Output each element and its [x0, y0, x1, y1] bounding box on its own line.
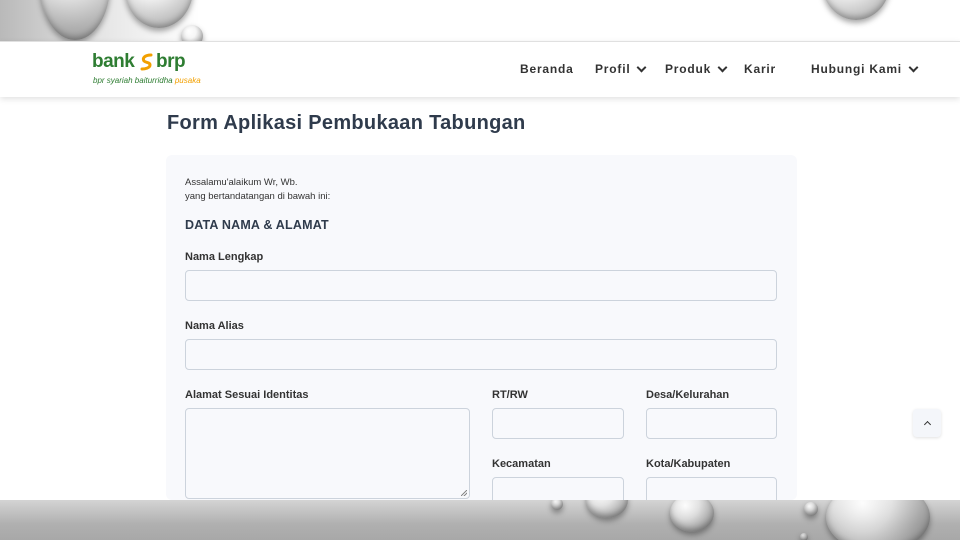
water-drop — [181, 25, 203, 41]
full-name-input[interactable] — [185, 270, 777, 301]
rt-rw-input[interactable] — [492, 408, 624, 439]
chevron-down-icon — [908, 62, 919, 72]
nav-label: Karir — [744, 62, 777, 76]
city-input[interactable] — [646, 477, 777, 500]
alias-label: Nama Alias — [185, 320, 244, 332]
nav-label: Produk — [665, 62, 712, 76]
address-label: Alamat Sesuai Identitas — [185, 389, 309, 401]
logo-tagline-main: bpr syariah baiturridha — [93, 76, 173, 85]
chevron-down-icon — [637, 62, 647, 72]
water-drop — [670, 500, 714, 532]
chevron-down-icon — [717, 62, 728, 72]
logo-word-bank: bank — [92, 51, 135, 72]
decorative-footer-band — [0, 500, 960, 540]
greeting-subline: yang bertandatangan di bawah ini: — [185, 191, 331, 202]
village-label: Desa/Kelurahan — [646, 389, 730, 401]
logo-tagline: bpr syariah baiturridha pusaka — [93, 76, 201, 85]
greeting-line: Assalamu'alaikum Wr, Wb. — [185, 177, 298, 188]
nav-item-profil[interactable]: Profil — [595, 62, 647, 76]
savings-application-form: Assalamu'alaikum Wr, Wb. yang bertandata… — [166, 155, 797, 500]
water-drop — [804, 502, 818, 516]
district-label: Kecamatan — [492, 458, 551, 470]
water-drop — [586, 500, 628, 518]
water-drop — [826, 500, 930, 540]
nav-item-produk[interactable]: Produk — [665, 62, 728, 76]
nav-label: Beranda — [520, 62, 574, 76]
logo-swirl-icon — [140, 53, 153, 71]
alias-input[interactable] — [185, 339, 777, 370]
village-input[interactable] — [646, 408, 777, 439]
logo-word-brp: brp — [156, 51, 186, 72]
decorative-header-band — [0, 0, 960, 41]
section-title: DATA NAMA & ALAMAT — [185, 218, 329, 232]
main-navbar: bank brp bpr syariah baiturridha pusaka … — [0, 41, 960, 97]
city-label: Kota/Kabupaten — [646, 458, 731, 470]
water-drop — [822, 0, 890, 20]
page-title: Form Aplikasi Pembukaan Tabungan — [167, 112, 526, 134]
nav-label: Profil — [595, 62, 631, 76]
nav-item-beranda[interactable]: Beranda — [520, 62, 574, 76]
water-drop — [551, 500, 563, 510]
district-input[interactable] — [492, 477, 624, 500]
full-name-label: Nama Lengkap — [185, 251, 264, 263]
bank-brp-logo[interactable]: bank brp bpr syariah baiturridha pusaka — [92, 51, 201, 91]
water-drop — [800, 533, 808, 540]
chevron-up-icon — [923, 420, 931, 429]
resize-handle-icon[interactable] — [461, 490, 467, 496]
back-to-top-button[interactable] — [913, 409, 941, 437]
nav-item-hubungi-kami[interactable]: Hubungi Kami — [811, 62, 919, 76]
rt-rw-label: RT/RW — [492, 389, 528, 401]
logo-tagline-accent: pusaka — [174, 76, 201, 85]
nav-label: Hubungi Kami — [811, 62, 902, 76]
address-textarea[interactable] — [185, 408, 470, 499]
nav-item-karir[interactable]: Karir — [744, 62, 776, 76]
